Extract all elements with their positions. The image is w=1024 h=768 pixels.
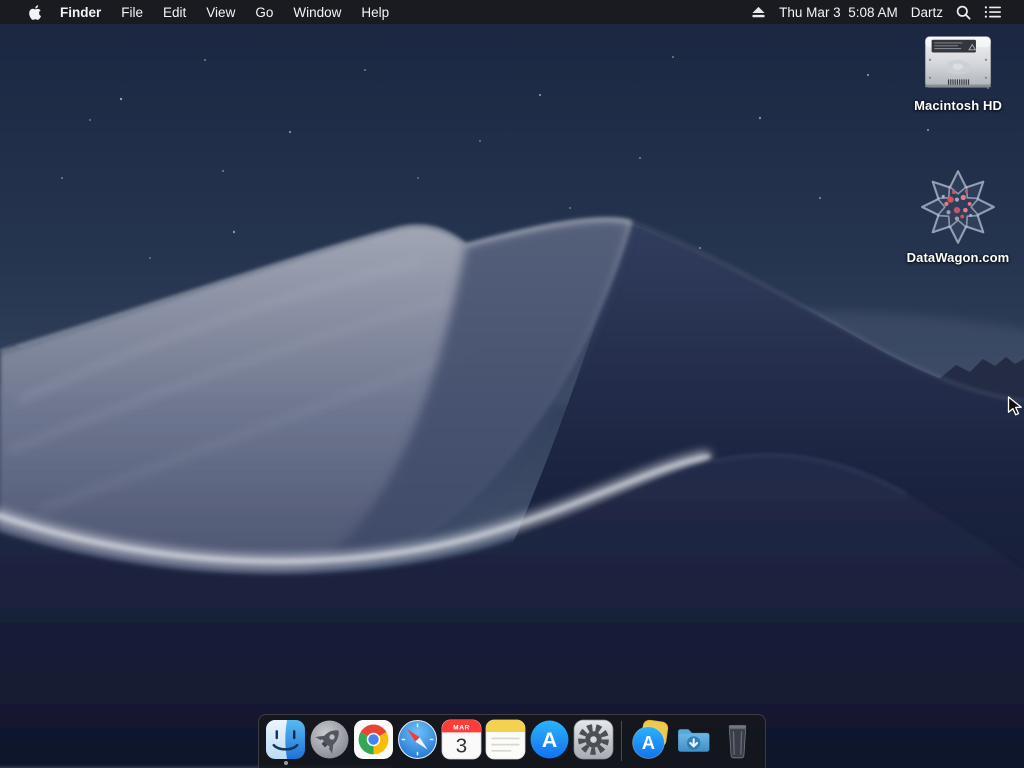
search-icon[interactable] (956, 5, 971, 20)
dock-item-notes[interactable] (484, 719, 527, 765)
menu-app-name[interactable]: Finder (50, 5, 111, 20)
desktop-icon-datawagon[interactable]: DataWagon.com (898, 168, 1018, 265)
dock-item-applications-stack[interactable]: A (628, 719, 671, 765)
eject-icon[interactable] (751, 5, 766, 19)
menu-item-go[interactable]: Go (245, 5, 283, 20)
notes-icon (485, 719, 526, 760)
stack-app-store-glyph: A (642, 732, 655, 753)
apple-logo-icon (29, 4, 41, 20)
downloads-folder-icon (678, 729, 710, 752)
dock-item-downloads[interactable] (672, 719, 715, 765)
dock-item-calendar[interactable]: MAR 3 (440, 719, 483, 765)
calendar-month: MAR (453, 724, 470, 731)
trash-icon (728, 725, 747, 759)
menu-bar: Finder File Edit View Go Window Help Thu… (0, 0, 1024, 24)
apple-menu[interactable] (18, 4, 50, 21)
menu-bar-clock[interactable]: Thu Mar 3 5:08 AM (779, 5, 898, 20)
desktop-icon-macintosh-hd[interactable]: Macintosh HD (898, 32, 1018, 113)
safari-icon (398, 720, 437, 759)
launchpad-icon (310, 720, 349, 759)
dock: MAR 3 A A (258, 714, 766, 768)
menu-item-edit[interactable]: Edit (153, 5, 196, 20)
chrome-icon (354, 720, 393, 759)
menu-bar-left: Finder File Edit View Go Window Help (0, 4, 399, 21)
dock-item-safari[interactable] (396, 719, 439, 765)
hard-drive-icon (924, 36, 992, 88)
menu-item-help[interactable]: Help (351, 5, 399, 20)
calendar-day: 3 (456, 734, 467, 757)
applications-stack-icon: A (632, 719, 669, 759)
dock-item-app-store[interactable]: A (528, 719, 571, 765)
dock-item-trash[interactable] (716, 719, 759, 765)
app-store-glyph: A (542, 728, 558, 752)
calendar-icon: MAR 3 (441, 719, 482, 760)
notification-list-icon[interactable] (984, 5, 1002, 19)
finder-icon (266, 720, 305, 759)
running-indicator (283, 761, 288, 765)
menu-bar-right: Thu Mar 3 5:08 AM Dartz (751, 5, 1024, 20)
dock-item-finder[interactable] (264, 719, 307, 765)
app-store-icon: A (530, 720, 569, 759)
dock-item-launchpad[interactable] (308, 719, 351, 765)
desktop-wallpaper (0, 0, 1024, 768)
menu-item-window[interactable]: Window (283, 5, 351, 20)
dock-item-system-preferences[interactable] (572, 719, 615, 765)
desktop-icon-label: Macintosh HD (914, 98, 1002, 113)
starburst-webloc-icon (921, 170, 995, 244)
menu-bar-user[interactable]: Dartz (911, 5, 943, 20)
desktop-icon-label: DataWagon.com (906, 250, 1010, 265)
dock-separator (621, 721, 622, 761)
menu-item-view[interactable]: View (196, 5, 245, 20)
menu-item-file[interactable]: File (111, 5, 153, 20)
dock-item-chrome[interactable] (352, 719, 395, 765)
system-preferences-icon (573, 719, 614, 760)
